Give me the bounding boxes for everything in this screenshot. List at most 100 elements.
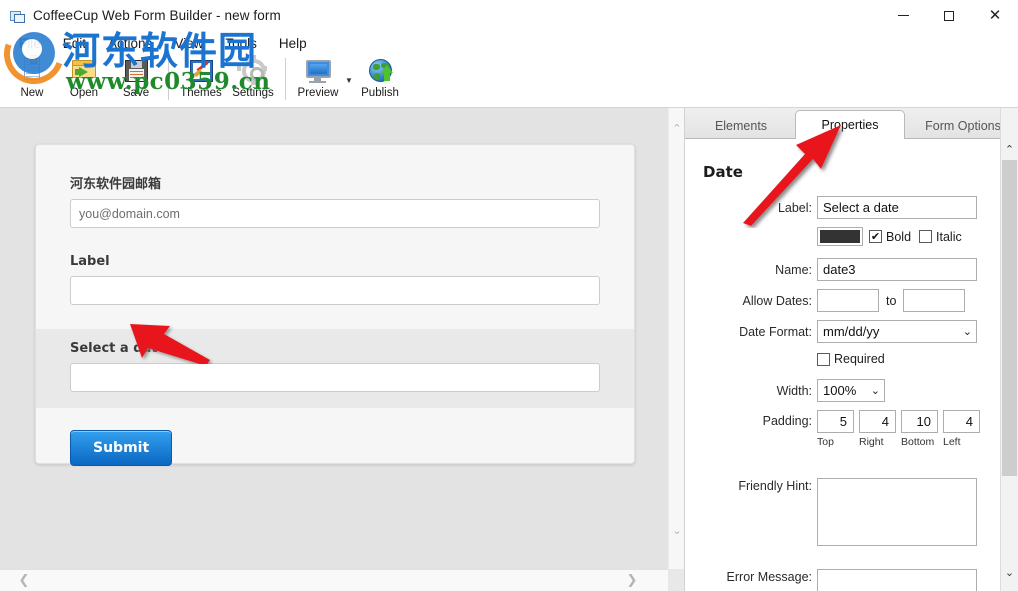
properties-panel: Elements Properties Form Options Date La… [684,108,1018,591]
settings-button[interactable]: Settings [227,55,279,106]
form-canvas[interactable]: 河东软件园邮箱 you@domain.com Label Select a da… [0,108,668,569]
padding-right-caption: Right [859,436,884,448]
form-field-date[interactable]: Select a date [36,329,634,408]
form-field-email-label: 河东软件园邮箱 [70,177,162,192]
menu-item-edit[interactable]: Edit [52,34,97,53]
label-row: Label: Select a date [685,196,1001,219]
canvas-vertical-scrollbar[interactable]: ⌃ ⌄ [668,108,684,569]
toolbar: New Open Save Themes Settings Preview ▼ … [0,55,1018,108]
padding-top-input[interactable]: 5 [817,410,854,433]
properties-scroll-down-chevron-down-icon[interactable]: ⌄ [1001,563,1018,581]
padding-left-input[interactable]: 4 [943,410,980,433]
form-field-email-input[interactable]: you@domain.com [70,199,600,228]
canvas-scroll-down-chevron-down-icon[interactable]: ⌄ [669,522,685,539]
form-field-label-input[interactable] [70,276,600,305]
menu-item-file[interactable]: File [8,34,52,53]
canvas-horizontal-scrollbar[interactable]: ❮ ❯ [0,569,684,591]
padding-right-input[interactable]: 4 [859,410,896,433]
menu-item-tools[interactable]: Tools [214,34,268,53]
minimize-button[interactable] [880,0,926,31]
floppy-disk-icon [121,56,151,86]
menu-item-view[interactable]: View [163,34,214,53]
close-icon: ✕ [988,6,1002,24]
italic-checkbox[interactable] [919,230,933,243]
title-bar: CoffeeCup Web Form Builder - new form ✕ [0,0,1018,31]
friendly-hint-caption: Friendly Hint: [738,479,812,493]
name-input[interactable]: date3 [817,258,977,281]
padding-row: Padding: 5 Top 4 Right 10 Bottom 4 Left [685,410,1015,448]
new-button[interactable]: New [6,55,58,106]
window-title: CoffeeCup Web Form Builder - new form [33,8,281,23]
canvas-scroll-right-chevron-right-icon[interactable]: ❯ [622,570,642,591]
padding-caption: Padding: [762,414,812,428]
date-format-value: mm/dd/yy [823,324,880,339]
padding-top-group: 5 Top [817,410,854,448]
window-controls: ✕ [880,0,1018,31]
menu-item-actions[interactable]: Actions [97,34,163,53]
padding-bottom-group: 10 Bottom [901,410,938,448]
close-button[interactable]: ✕ [972,0,1018,31]
new-button-label: New [20,87,44,99]
save-button[interactable]: Save [110,55,162,106]
form-field-label[interactable]: Label [36,228,634,305]
maximize-button[interactable] [926,0,972,31]
label-style-row: ✔ Bold Italic [817,227,962,246]
tab-elements[interactable]: Elements [687,113,795,139]
settings-button-label: Settings [232,87,274,99]
publish-button[interactable]: Publish [354,55,406,106]
required-checkbox[interactable] [817,352,830,366]
allow-dates-to-input[interactable] [903,289,966,312]
canvas-scroll-up-chevron-up-icon[interactable]: ⌃ [669,120,685,137]
preview-dropdown-chevron-down-icon[interactable]: ▼ [344,55,354,105]
bold-checkbox[interactable]: ✔ [869,230,882,243]
allow-dates-to-word: to [886,293,897,308]
required-label: Required [834,352,885,366]
name-caption: Name: [775,262,812,277]
required-row: Required [817,352,885,366]
form-field-email[interactable]: 河东软件园邮箱 you@domain.com [36,145,634,228]
menu-bar: File Edit Actions View Tools Help [0,31,1018,55]
maximize-icon [944,10,954,21]
submit-button[interactable]: Submit [70,430,173,466]
properties-vertical-scrollbar[interactable]: ⌃ ⌄ [1000,108,1018,591]
date-format-select[interactable]: mm/dd/yy ⌄ [817,320,977,343]
width-select[interactable]: 100% ⌄ [817,379,885,402]
toolbar-separator-1 [168,58,169,100]
date-format-row: Date Format: mm/dd/yy ⌄ [685,320,1001,343]
padding-bottom-input[interactable]: 10 [901,410,938,433]
allow-dates-row: Allow Dates: to [685,289,1015,312]
canvas-scroll-left-chevron-left-icon[interactable]: ❮ [14,570,34,591]
properties-section-title: Date [703,163,743,181]
padding-left-caption: Left [943,436,961,448]
padding-right-group: 4 Right [859,410,896,448]
globe-icon [365,56,395,86]
padding-bottom-caption: Bottom [901,436,935,448]
error-message-textarea[interactable] [817,569,977,591]
new-document-icon [17,55,47,86]
label-input[interactable]: Select a date [817,196,977,219]
tab-properties[interactable]: Properties [795,110,905,139]
friendly-hint-textarea[interactable] [817,478,977,546]
properties-scrollbar-thumb[interactable] [1002,160,1017,476]
width-value: 100% [823,383,857,398]
open-button-label: Open [69,87,99,99]
padding-left-group: 4 Left [943,410,980,448]
menu-item-help[interactable]: Help [268,34,318,53]
themes-button-label: Themes [180,87,222,99]
error-message-caption: Error Message: [726,570,812,584]
label-color-swatch-button[interactable] [817,227,863,246]
error-message-row: Error Message: [685,569,1001,591]
date-format-caption: Date Format: [739,324,812,339]
bold-label: Bold [886,229,912,244]
form-field-date-input[interactable] [70,363,600,392]
name-row: Name: date3 [685,258,1001,281]
open-button[interactable]: Open [58,55,110,106]
width-row: Width: 100% ⌄ [685,379,915,402]
preview-button[interactable]: Preview [292,55,344,106]
allow-dates-caption: Allow Dates: [742,293,812,308]
themes-button[interactable]: Themes [175,55,227,106]
allow-dates-from-input[interactable] [817,289,879,312]
save-button-label: Save [122,87,150,99]
width-caption: Width: [776,383,812,398]
properties-scroll-up-chevron-up-icon[interactable]: ⌃ [1001,140,1018,158]
